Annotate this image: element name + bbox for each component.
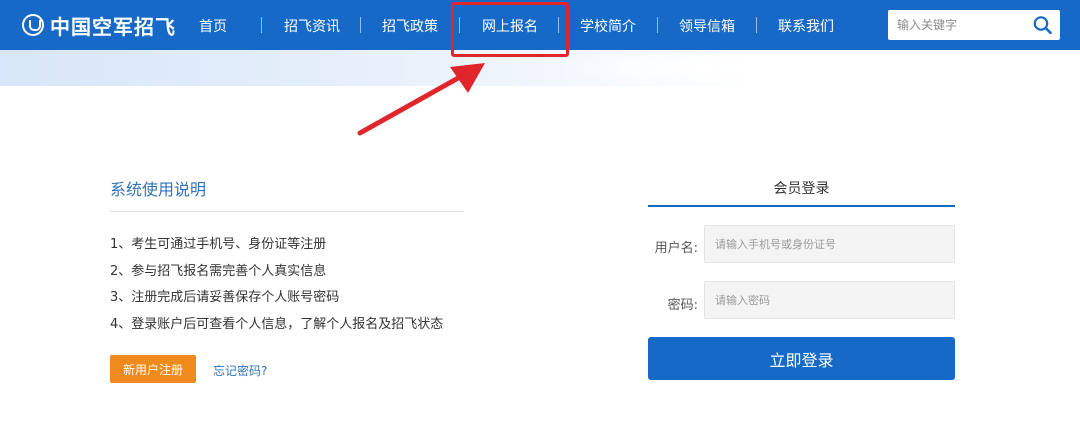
red-arrow-annotation [357, 63, 485, 136]
nav-recruit-news[interactable]: 招飞资讯 [284, 16, 340, 36]
logo-text: 中国空军招飞 [50, 14, 176, 39]
banner-glow [560, 50, 840, 86]
instructions-divider [110, 211, 464, 212]
login-tab-title[interactable]: 会员登录 [648, 178, 955, 198]
password-field-wrapper [704, 281, 955, 319]
instructions-list: 1、考生可通过手机号、身份证等注册 2、参与招飞报名需完善个人真实信息 3、注册… [110, 236, 443, 342]
list-item: 3、注册完成后请妥善保存个人账号密码 [110, 290, 340, 305]
login-tab-underline [648, 205, 955, 207]
list-item: 4、登录账户后可查看个人信息，了解个人报名及招飞状态 [110, 316, 444, 332]
nav-separator [360, 17, 361, 33]
highlight-box-annotation [451, 2, 569, 57]
nav-leader-mailbox[interactable]: 领导信箱 [679, 16, 735, 36]
search-input[interactable] [888, 10, 1024, 40]
forgot-password-link[interactable]: 忘记密码? [213, 362, 267, 379]
nav-separator [657, 17, 658, 33]
nav-contact-us[interactable]: 联系我们 [778, 16, 834, 36]
nav-recruit-policy[interactable]: 招飞政策 [382, 16, 438, 36]
password-label: 密码: [667, 298, 698, 313]
nav-separator [261, 17, 262, 33]
login-button[interactable]: 立即登录 [648, 337, 955, 380]
list-item: 1、考生可通过手机号、身份证等注册 [110, 237, 327, 252]
username-input[interactable] [705, 226, 954, 262]
search-box [888, 10, 1060, 40]
instructions-title: 系统使用说明 [110, 180, 207, 199]
search-icon[interactable] [1032, 15, 1054, 35]
username-field-wrapper [704, 225, 955, 263]
username-label: 用户名: [654, 241, 698, 256]
password-input[interactable] [705, 282, 954, 318]
nav-school-intro[interactable]: 学校简介 [580, 16, 636, 36]
nav-home[interactable]: 首页 [199, 16, 227, 36]
nav-separator [756, 17, 757, 33]
air-force-emblem-icon [22, 14, 44, 36]
list-item: 2、参与招飞报名需完善个人真实信息 [110, 263, 327, 279]
register-button[interactable]: 新用户注册 [110, 355, 196, 383]
site-logo[interactable]: 中国空军招飞 [22, 10, 176, 40]
